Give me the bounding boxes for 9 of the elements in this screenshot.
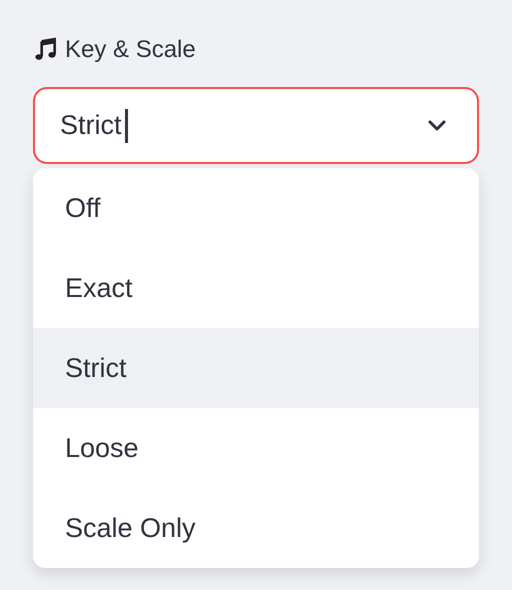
music-notes-icon <box>33 37 59 63</box>
menu-option[interactable]: Loose <box>33 408 479 488</box>
chevron-down-icon[interactable] <box>427 120 447 132</box>
select-field[interactable]: Strict <box>33 87 479 164</box>
menu-option[interactable]: Strict <box>33 328 479 408</box>
menu-option[interactable]: Off <box>33 168 479 248</box>
field-label: Key & Scale <box>65 36 196 64</box>
menu-option[interactable]: Scale Only <box>33 488 479 568</box>
menu-option[interactable]: Exact <box>33 248 479 328</box>
